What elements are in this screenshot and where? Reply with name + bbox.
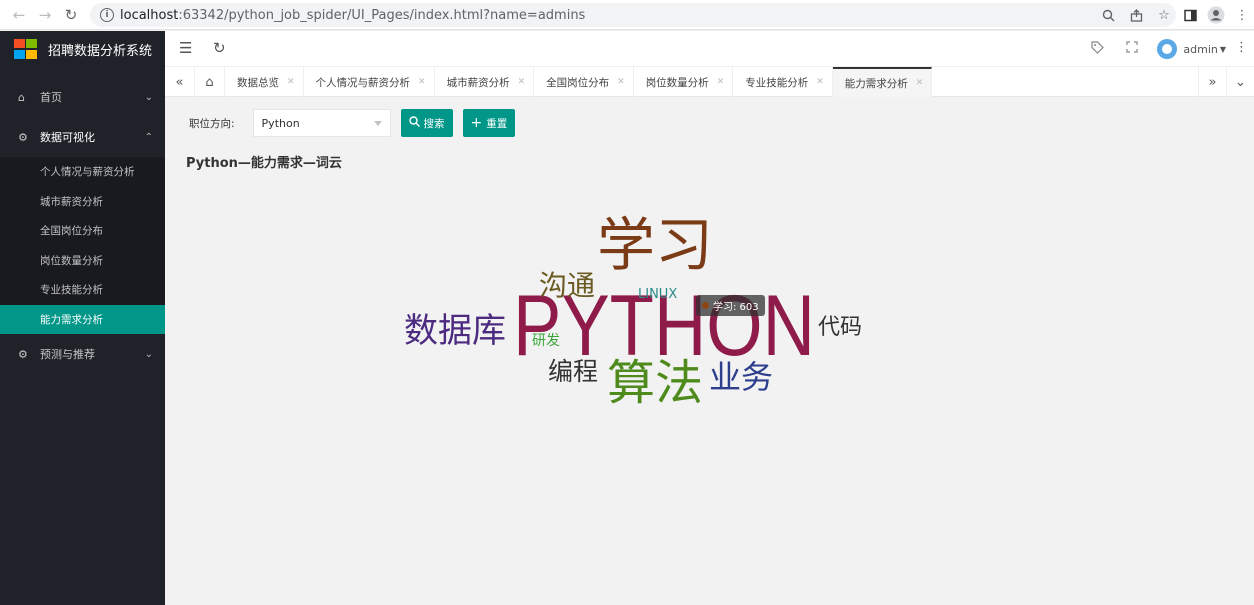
reset-button[interactable]: + 重置: [462, 109, 516, 137]
tab-job-count[interactable]: 岗位数量分析 ✕: [634, 67, 734, 97]
tag-icon[interactable]: [1091, 41, 1104, 57]
sidebar-item-label: 预测与推荐: [40, 348, 95, 361]
forward-icon[interactable]: →: [32, 2, 58, 28]
tab-label: 专业技能分析: [745, 76, 809, 89]
main-content: PYTHON 学习 算法 数据库 沟通 业务 编程 代码 LINUX 研发 职位…: [165, 97, 1254, 605]
close-icon[interactable]: ✕: [418, 77, 426, 87]
submenu-visualization: 个人情况与薪资分析 城市薪资分析 全国岗位分布 岗位数量分析 专业技能分析 能力…: [0, 157, 165, 334]
search-icon: [408, 116, 420, 130]
more-icon[interactable]: ⋮: [1235, 40, 1248, 55]
tab-label: 能力需求分析: [844, 77, 908, 90]
tooltip-text: 学习: 603: [713, 302, 759, 313]
word-cloud: PYTHON 学习 算法 数据库 沟通 业务 编程 代码 LINUX 研发: [404, 211, 862, 411]
word-shujuku[interactable]: 数据库: [404, 311, 506, 351]
sidebar-item-visualization[interactable]: ⚙ 数据可视化 ⌃: [0, 117, 165, 157]
sidebar-subitem-personal-salary[interactable]: 个人情况与薪资分析: [0, 157, 165, 187]
gear-icon: ⚙: [18, 130, 28, 144]
user-menu[interactable]: admin ▼: [1157, 39, 1226, 59]
tab-home-icon[interactable]: ⌂: [195, 67, 225, 97]
menu-toggle-icon[interactable]: ☰: [179, 39, 192, 57]
sidebar-subitem-ability-demand[interactable]: 能力需求分析: [0, 304, 165, 334]
close-icon[interactable]: ✕: [617, 77, 625, 87]
site-info-icon[interactable]: i: [100, 8, 114, 22]
url-path: :63342/python_job_spider/UI_Pages/index.…: [178, 7, 586, 23]
tab-city-salary[interactable]: 城市薪资分析 ✕: [435, 67, 535, 97]
app-logo: 招聘数据分析系统: [0, 31, 165, 67]
sidebar-item-label: 数据可视化: [40, 131, 95, 144]
back-icon[interactable]: ←: [6, 2, 32, 28]
tab-label: 数据总览: [237, 76, 279, 89]
caret-down-icon: [373, 121, 382, 126]
close-icon[interactable]: ✕: [816, 77, 824, 87]
word-daima[interactable]: 代码: [818, 315, 862, 340]
tabs-dropdown-icon[interactable]: ⌄: [1226, 67, 1254, 97]
username: admin: [1183, 42, 1218, 56]
close-icon[interactable]: ✕: [717, 77, 725, 87]
sidebar-subitem-city-salary[interactable]: 城市薪资分析: [0, 187, 165, 217]
chevron-down-icon: ⌄: [144, 348, 153, 360]
tab-personal-salary[interactable]: 个人情况与薪资分析 ✕: [304, 67, 435, 97]
filter-label: 职位方向:: [189, 117, 235, 130]
gear-icon: ⚙: [18, 347, 28, 361]
tab-label: 城市薪资分析: [446, 76, 510, 89]
zoom-icon[interactable]: [1096, 3, 1120, 27]
url-host: localhost: [120, 7, 179, 23]
tab-skills[interactable]: 专业技能分析 ✕: [733, 67, 833, 97]
select-value: Python: [261, 116, 300, 130]
app-title: 招聘数据分析系统: [48, 43, 153, 59]
tab-ability-demand[interactable]: 能力需求分析 ✕: [832, 67, 933, 97]
share-icon[interactable]: [1124, 3, 1148, 27]
chart-tooltip: 学习: 603: [696, 295, 765, 316]
profile-icon[interactable]: [1204, 3, 1228, 27]
avatar: [1157, 39, 1178, 59]
menu-kebab-icon[interactable]: ⋮: [1230, 3, 1254, 27]
home-icon: ⌂: [18, 90, 25, 104]
word-xuexi[interactable]: 学习: [597, 211, 713, 279]
tooltip-marker: [702, 302, 709, 309]
address-bar[interactable]: i localhost:63342/python_job_spider/UI_P…: [90, 3, 1176, 27]
close-icon[interactable]: ✕: [518, 77, 526, 87]
tab-label: 个人情况与薪资分析: [315, 76, 411, 89]
bookmark-star-icon[interactable]: ☆: [1152, 3, 1176, 27]
word-biancheng[interactable]: 编程: [548, 357, 598, 386]
tab-national-jobs[interactable]: 全国岗位分布 ✕: [534, 67, 634, 97]
sidebar: 招聘数据分析系统 ⌂ 首页 ⌄ ⚙ 数据可视化 ⌃ 个人情况与薪资分析 城市薪资…: [0, 31, 165, 605]
refresh-icon[interactable]: ↻: [213, 39, 226, 57]
sidebar-subitem-job-count[interactable]: 岗位数量分析: [0, 246, 165, 276]
word-yanfa[interactable]: 研发: [532, 333, 560, 349]
chevron-up-icon: ⌃: [144, 131, 153, 143]
header: ☰ ↻ admin ▼ ⋮: [165, 31, 1254, 67]
search-button-label: 搜索: [423, 117, 445, 130]
tab-label: 岗位数量分析: [645, 76, 709, 89]
chevron-down-icon: ⌄: [144, 91, 153, 103]
close-icon[interactable]: ✕: [916, 78, 924, 88]
sidebar-item-label: 首页: [40, 91, 62, 104]
tab-overview[interactable]: 数据总览 ✕: [225, 67, 304, 97]
caret-down-icon: ▼: [1219, 44, 1226, 54]
windows-logo-icon: [12, 38, 38, 60]
fullscreen-icon[interactable]: [1126, 41, 1138, 56]
plus-icon: +: [470, 115, 483, 131]
sidebar-item-prediction[interactable]: ⚙ 预测与推荐 ⌄: [0, 334, 165, 374]
filter-bar: 职位方向: Python 搜索 + 重置: [189, 109, 525, 137]
sidebar-subitem-national-jobs[interactable]: 全国岗位分布: [0, 216, 165, 246]
browser-toolbar: ← → ↻ i localhost:63342/python_job_spide…: [0, 0, 1254, 30]
side-panel-icon[interactable]: [1178, 3, 1202, 27]
word-suanfa[interactable]: 算法: [607, 355, 703, 411]
reload-icon[interactable]: ↻: [58, 2, 84, 28]
search-button[interactable]: 搜索: [400, 109, 453, 137]
sidebar-subitem-skills[interactable]: 专业技能分析: [0, 275, 165, 305]
reset-button-label: 重置: [486, 117, 508, 130]
tab-bar: « ⌂ 数据总览 ✕ 个人情况与薪资分析 ✕ 城市薪资分析 ✕ 全国岗位分布 ✕ 岗位数…: [165, 67, 1254, 97]
tab-label: 全国岗位分布: [546, 76, 610, 89]
tabs-scroll-left-icon[interactable]: «: [165, 67, 195, 97]
close-icon[interactable]: ✕: [287, 77, 295, 87]
word-goutong[interactable]: 沟通: [539, 269, 595, 302]
sidebar-item-home[interactable]: ⌂ 首页 ⌄: [0, 77, 165, 117]
chart-title: Python—能力需求—词云: [186, 156, 342, 171]
job-direction-select[interactable]: Python: [252, 109, 391, 137]
word-linux[interactable]: LINUX: [638, 287, 677, 302]
tabs-scroll-right-icon[interactable]: »: [1198, 67, 1226, 97]
word-yewu[interactable]: 业务: [709, 358, 773, 396]
